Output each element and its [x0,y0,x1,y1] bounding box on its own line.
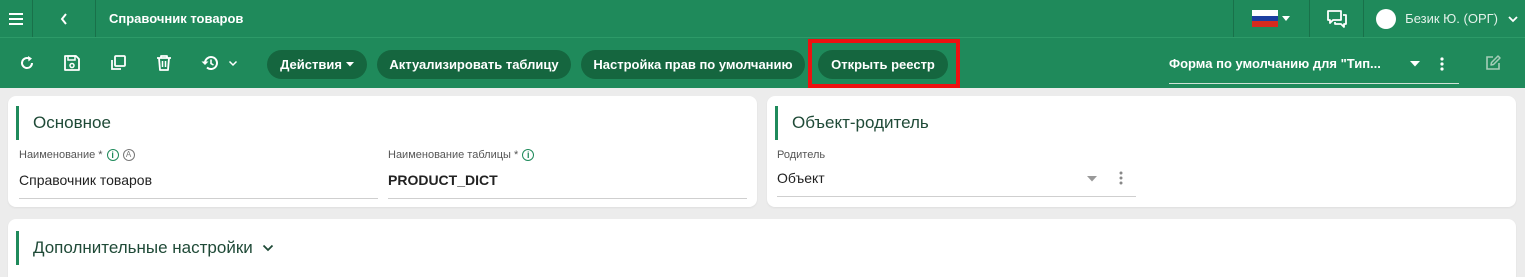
russia-flag-icon [1252,10,1279,28]
chat-icon [1326,9,1347,28]
trash-icon [157,55,171,71]
caret-down-icon [1410,60,1420,66]
field-underline [388,198,747,199]
top-bar: Справочник товаров Безик Ю. (ОРГ) [0,0,1525,37]
refresh-table-label: Актуализировать таблицу [389,57,559,72]
chevron-down-icon [228,60,238,66]
caret-down-icon[interactable] [1087,176,1097,182]
caret-down-icon [1282,15,1291,21]
info-icon[interactable]: i [106,149,119,161]
parent-select[interactable]: Родитель Объект [777,147,1136,197]
refresh-table-button[interactable]: Актуализировать таблицу [377,50,571,79]
extra-settings-header[interactable]: Дополнительные настройки [16,231,274,265]
user-name: Безик Ю. (ОРГ) [1405,11,1498,26]
chevron-down-icon [1508,15,1518,22]
copy-button[interactable] [106,51,130,75]
refresh-button[interactable] [15,51,39,75]
edit-icon [1486,55,1501,70]
parent-section-title: Объект-родитель [775,106,929,140]
name-value: Справочник товаров [19,172,152,188]
extra-settings-card[interactable]: Дополнительные настройки [8,219,1516,277]
language-selector[interactable] [1233,0,1309,37]
main-section-title: Основное [16,106,111,140]
avatar [1376,8,1397,29]
actions-button[interactable]: Действия [267,50,367,79]
delete-button[interactable] [152,51,176,75]
user-menu[interactable]: Безик Ю. (ОРГ) [1363,0,1525,37]
chat-button[interactable] [1309,0,1363,37]
refresh-icon [21,56,34,69]
default-rights-button[interactable]: Настройка прав по умолчанию [581,50,805,79]
parent-label: Родитель [777,149,826,161]
actions-label: Действия [280,57,342,72]
default-rights-label: Настройка прав по умолчанию [593,57,793,72]
caret-down-icon [345,62,354,67]
parent-value: Объект [777,170,825,186]
extra-settings-title: Дополнительные настройки [33,238,253,257]
hamburger-icon [9,12,23,25]
table-name-label: Наименование таблицы * [388,149,519,161]
page-title: Справочник товаров [109,11,244,26]
parent-object-card: Объект-родитель Родитель Объект [767,96,1516,207]
more-vertical-icon[interactable] [1119,171,1123,185]
back-button[interactable] [33,0,96,37]
edit-form-button[interactable] [1481,51,1505,75]
info-icon[interactable]: i [522,149,535,161]
form-selector[interactable]: Форма по умолчанию для "Тип... [1169,44,1459,84]
save-icon [64,55,80,71]
name-label: Наименование * [19,149,103,161]
table-name-value: PRODUCT_DICT [388,172,498,188]
action-toolbar: Действия Актуализировать таблицу Настрой… [0,37,1525,88]
table-name-field[interactable]: Наименование таблицы * i PRODUCT_DICT [388,147,747,199]
history-button[interactable] [200,51,246,75]
chevron-down-icon [262,244,273,252]
form-selector-value: Форма по умолчанию для "Тип... [1169,56,1381,71]
chevron-left-icon [60,12,67,25]
copy-icon [111,55,126,70]
more-vertical-icon [1440,56,1444,71]
save-button[interactable] [60,51,84,75]
main-section-card: Основное Наименование * i A Справочник т… [8,96,757,207]
history-icon [201,56,218,71]
name-field[interactable]: Наименование * i A Справочник товаров [19,147,378,199]
field-underline [19,198,378,199]
highlight-box [808,39,960,88]
menu-button[interactable] [0,0,33,37]
field-underline [777,196,1136,197]
auto-translate-icon[interactable]: A [122,149,135,161]
